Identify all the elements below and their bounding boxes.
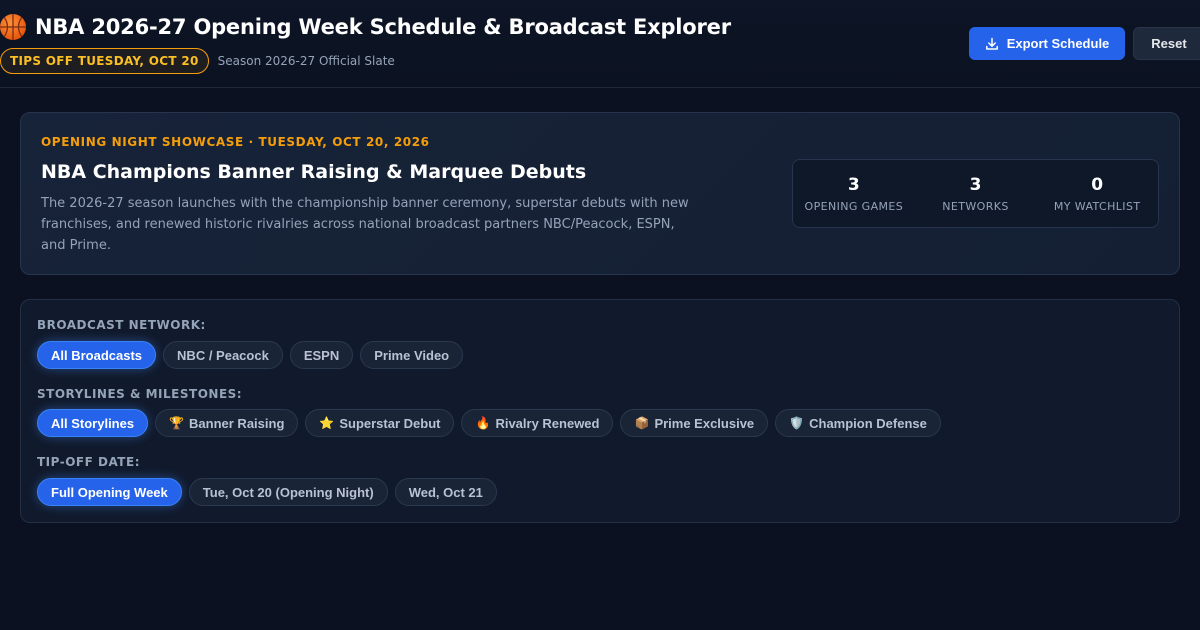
- chip-prime-video[interactable]: Prime Video: [360, 341, 464, 369]
- download-icon: [985, 37, 998, 50]
- chip-wed-oct-21[interactable]: Wed, Oct 21: [394, 478, 497, 506]
- filters-panel: BROADCAST NETWORK: All Broadcasts NBC / …: [20, 299, 1180, 523]
- opening-night-card: OPENING NIGHT SHOWCASE · TUESDAY, OCT 20…: [20, 112, 1180, 275]
- chip-label: Rivalry Renewed: [495, 415, 600, 431]
- stats-panel: 3 OPENING GAMES 3 NETWORKS 0 MY WATCHLIS…: [792, 159, 1159, 228]
- basketball-icon: [0, 14, 26, 40]
- date-filter-label: TIP-OFF DATE:: [37, 455, 140, 469]
- stat-watchlist: 0 MY WATCHLIST: [1036, 175, 1158, 213]
- network-filter-chips: All Broadcasts NBC / Peacock ESPN Prime …: [37, 341, 464, 369]
- hero-description: The 2026-27 season launches with the cha…: [41, 196, 689, 253]
- chip-superstar-debut[interactable]: ⭐ Superstar Debut: [305, 409, 455, 437]
- chip-full-opening-week[interactable]: Full Opening Week: [37, 478, 182, 506]
- title-row: NBA 2026-27 Opening Week Schedule & Broa…: [0, 14, 731, 40]
- shield-icon: 🛡️: [789, 416, 805, 430]
- chip-label: All Storylines: [51, 415, 135, 431]
- chip-all-broadcasts[interactable]: All Broadcasts: [37, 341, 157, 369]
- fire-icon: 🔥: [475, 416, 491, 430]
- tipoff-badge: TIPS OFF TUESDAY, OCT 20: [0, 48, 209, 74]
- hero-eyebrow: OPENING NIGHT SHOWCASE · TUESDAY, OCT 20…: [41, 135, 430, 149]
- app-header: NBA 2026-27 Opening Week Schedule & Broa…: [0, 0, 1200, 88]
- stat-value: 3: [847, 174, 860, 195]
- stat-value: 3: [969, 174, 982, 195]
- trophy-icon: 🏆: [169, 416, 185, 430]
- export-schedule-label: Export Schedule: [1006, 36, 1110, 51]
- chip-rivalry-renewed[interactable]: 🔥 Rivalry Renewed: [461, 409, 614, 437]
- storyline-filter-chips: All Storylines 🏆 Banner Raising ⭐ Supers…: [37, 409, 941, 437]
- package-icon: 📦: [634, 416, 650, 430]
- chip-prime-exclusive[interactable]: 📦 Prime Exclusive: [620, 409, 769, 437]
- stat-label: MY WATCHLIST: [1053, 199, 1141, 213]
- chip-nbc-peacock[interactable]: NBC / Peacock: [163, 341, 283, 369]
- chip-tue-oct-20[interactable]: Tue, Oct 20 (Opening Night): [188, 478, 388, 506]
- chip-label: Superstar Debut: [339, 415, 441, 431]
- stat-value: 0: [1091, 174, 1104, 195]
- storyline-filter-label: STORYLINES & MILESTONES:: [37, 387, 243, 401]
- stat-label: NETWORKS: [942, 199, 1009, 213]
- date-filter-chips: Full Opening Week Tue, Oct 20 (Opening N…: [37, 478, 497, 506]
- hero-title: NBA Champions Banner Raising & Marquee D…: [41, 161, 587, 183]
- chip-champion-defense[interactable]: 🛡️ Champion Defense: [775, 409, 941, 437]
- stat-networks: 3 NETWORKS: [915, 175, 1037, 213]
- export-schedule-button[interactable]: Export Schedule: [969, 27, 1125, 60]
- season-label: Season 2026-27 Official Slate: [217, 54, 395, 68]
- chip-label: Banner Raising: [189, 415, 285, 431]
- chip-espn[interactable]: ESPN: [289, 341, 354, 369]
- reset-button[interactable]: Reset: [1133, 27, 1200, 60]
- stat-opening-games: 3 OPENING GAMES: [793, 175, 915, 213]
- header-subrow: TIPS OFF TUESDAY, OCT 20 Season 2026-27 …: [0, 48, 395, 74]
- chip-all-storylines[interactable]: All Storylines: [37, 409, 149, 437]
- chip-label: Champion Defense: [809, 415, 927, 431]
- stat-label: OPENING GAMES: [804, 199, 904, 213]
- network-filter-label: BROADCAST NETWORK:: [37, 318, 206, 332]
- chip-banner-raising[interactable]: 🏆 Banner Raising: [155, 409, 299, 437]
- star-icon: ⭐: [319, 416, 335, 430]
- chip-label: Prime Exclusive: [654, 415, 755, 431]
- page-title: NBA 2026-27 Opening Week Schedule & Broa…: [35, 15, 731, 39]
